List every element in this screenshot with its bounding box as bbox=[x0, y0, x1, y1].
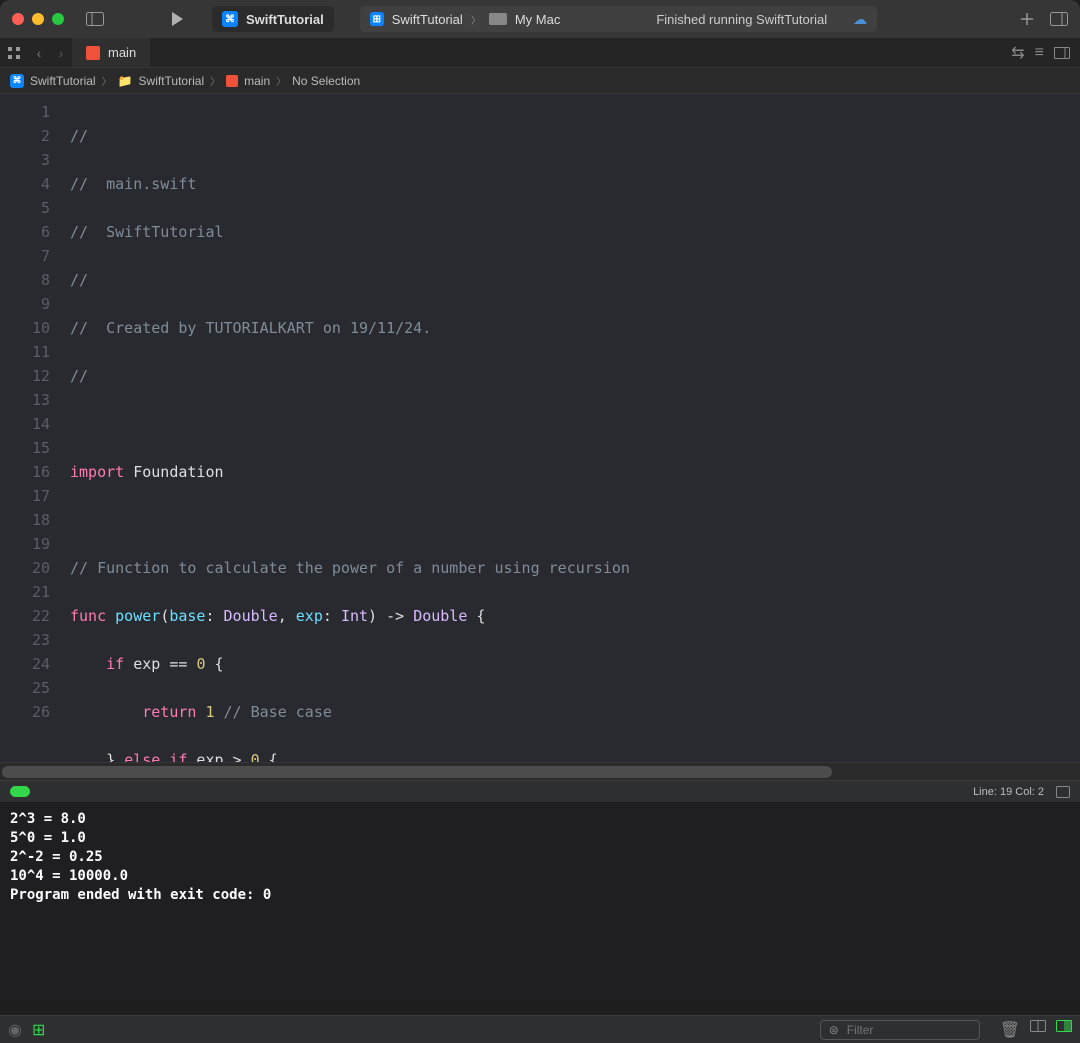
console-filter[interactable]: ⊜ bbox=[820, 1020, 980, 1040]
xcode-toolbar: ⌘ SwiftTutorial ⊞ SwiftTutorial 〉 My Mac… bbox=[0, 0, 1080, 38]
device-name: My Mac bbox=[515, 12, 561, 27]
review-icon[interactable]: ≡ bbox=[1035, 44, 1044, 62]
status-success-icon bbox=[10, 786, 30, 797]
minimap-toggle-icon[interactable] bbox=[1056, 786, 1070, 798]
crumb-file[interactable]: main bbox=[244, 74, 270, 88]
line-gutter: 1234567891011121314151617181920212223242… bbox=[0, 94, 58, 762]
scheme-name: SwiftTutorial bbox=[392, 12, 463, 27]
nav-back[interactable]: ‹ bbox=[28, 38, 50, 67]
build-status: Finished running SwiftTutorial bbox=[656, 12, 827, 27]
horizontal-scrollbar[interactable] bbox=[0, 762, 1080, 780]
variables-view-icon[interactable]: ⊞ bbox=[32, 1020, 45, 1040]
close-button[interactable] bbox=[12, 13, 24, 25]
debug-console[interactable]: 2^3 = 8.0 5^0 = 1.0 2^-2 = 0.25 10^4 = 1… bbox=[0, 802, 1080, 1002]
related-items-icon[interactable] bbox=[0, 38, 28, 67]
debug-bar: Line: 19 Col: 2 bbox=[0, 780, 1080, 802]
filter-input[interactable] bbox=[847, 1023, 971, 1037]
folder-icon: 📁 bbox=[118, 74, 133, 88]
auto-icon[interactable]: ◉ bbox=[8, 1020, 22, 1040]
run-destination[interactable]: ⊞ SwiftTutorial 〉 My Mac Finished runnin… bbox=[360, 6, 877, 32]
tab-main[interactable]: main bbox=[72, 38, 150, 67]
console-line: 5^0 = 1.0 bbox=[10, 830, 86, 846]
crumb-symbol[interactable]: No Selection bbox=[292, 74, 360, 88]
swift-icon bbox=[226, 75, 238, 87]
scheme-selector[interactable]: ⌘ SwiftTutorial bbox=[212, 6, 334, 32]
sync-icon[interactable]: ⇆ bbox=[1011, 43, 1024, 63]
mac-icon bbox=[489, 13, 507, 25]
editor-tabbar: ‹ › main ⇆ ≡ bbox=[0, 38, 1080, 68]
scrollbar-thumb[interactable] bbox=[2, 766, 832, 778]
code-area[interactable]: // // main.swift // SwiftTutorial // // … bbox=[58, 94, 1080, 762]
chevron-right-icon: 〉 bbox=[210, 73, 220, 88]
traffic-lights bbox=[12, 13, 64, 25]
minimize-button[interactable] bbox=[32, 13, 44, 25]
jump-bar[interactable]: ⌘ SwiftTutorial 〉 📁 SwiftTutorial 〉 main… bbox=[0, 68, 1080, 94]
console-line: 2^3 = 8.0 bbox=[10, 811, 86, 827]
project-name: SwiftTutorial bbox=[246, 12, 324, 27]
chevron-right-icon: 〉 bbox=[276, 73, 286, 88]
chevron-right-icon: 〉 bbox=[102, 73, 112, 88]
console-line: 2^-2 = 0.25 bbox=[10, 849, 103, 865]
zoom-button[interactable] bbox=[52, 13, 64, 25]
inspector-toggle-icon[interactable] bbox=[1050, 10, 1068, 28]
code-editor[interactable]: 1234567891011121314151617181920212223242… bbox=[0, 94, 1080, 762]
activity-icon: ☁︎ bbox=[853, 11, 867, 28]
cursor-position: Line: 19 Col: 2 bbox=[973, 786, 1044, 798]
debug-right-panel-icon[interactable] bbox=[1056, 1020, 1072, 1040]
navigator-toggle-icon[interactable] bbox=[86, 10, 104, 28]
trash-icon[interactable]: 🗑 bbox=[1000, 1020, 1020, 1040]
crumb-folder[interactable]: SwiftTutorial bbox=[139, 74, 205, 88]
scheme-app-icon: ⊞ bbox=[370, 12, 384, 26]
project-icon: ⌘ bbox=[10, 74, 24, 88]
tab-label: main bbox=[108, 45, 136, 60]
console-line: Program ended with exit code: 0 bbox=[10, 887, 271, 903]
console-line: 10^4 = 10000.0 bbox=[10, 868, 128, 884]
chevron-right-icon: 〉 bbox=[471, 12, 481, 27]
filter-icon: ⊜ bbox=[829, 1023, 839, 1037]
adjust-editor-icon[interactable] bbox=[1054, 47, 1070, 59]
app-icon: ⌘ bbox=[222, 11, 238, 27]
crumb-project[interactable]: SwiftTutorial bbox=[30, 74, 96, 88]
debug-footer: ◉ ⊞ ⊜ 🗑 bbox=[0, 1015, 1080, 1043]
run-button[interactable] bbox=[168, 10, 186, 28]
swift-icon bbox=[86, 46, 100, 60]
debug-left-panel-icon[interactable] bbox=[1030, 1020, 1046, 1040]
nav-forward[interactable]: › bbox=[50, 38, 72, 67]
add-button[interactable] bbox=[1018, 10, 1036, 28]
